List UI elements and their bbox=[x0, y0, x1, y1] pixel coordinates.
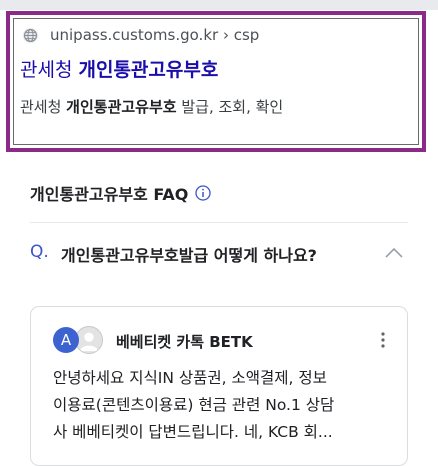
result-url: unipass.customs.go.kr › csp bbox=[50, 26, 260, 44]
faq-divider bbox=[30, 222, 408, 223]
answer-card[interactable]: A 베베티켓 카톡 BETK 안녕하세요 지식IN 상품권, 소액결제, 정보 … bbox=[30, 306, 408, 466]
question-text: 개인통관고유부호발급 어떻게 하나요? bbox=[61, 246, 317, 265]
answer-line: 이용료(콘텐츠이용료) 현금 관련 No.1 상담 bbox=[53, 396, 335, 414]
top-strip bbox=[0, 0, 438, 10]
result-desc-prefix: 관세청 bbox=[20, 98, 67, 116]
result-title-link[interactable]: 관세청 개인통관고유부호 bbox=[20, 55, 218, 82]
answer-body: 안녕하세요 지식IN 상품권, 소액결제, 정보 이용료(콘텐츠이용료) 현금 … bbox=[53, 365, 389, 446]
result-desc-bold: 개인통관고유부호 bbox=[66, 98, 177, 116]
result-description: 관세청 개인통관고유부호 발급, 조회, 확인 bbox=[20, 96, 283, 117]
user-avatar-icon bbox=[75, 326, 103, 354]
globe-icon bbox=[22, 27, 39, 43]
answer-author[interactable]: 베베티켓 카톡 BETK bbox=[116, 331, 253, 352]
result-desc-suffix: 발급, 조회, 확인 bbox=[176, 98, 284, 116]
faq-title: 개인통관고유부호 FAQ bbox=[30, 185, 189, 204]
answer-line: 사 베베티켓이 답변드립니다. 네, KCB 회... bbox=[53, 423, 333, 441]
faq-header: 개인통관고유부호 FAQ bbox=[30, 181, 212, 205]
question-mark-label: Q. bbox=[30, 242, 49, 262]
answer-avatar: A bbox=[53, 327, 79, 353]
more-options-icon[interactable] bbox=[381, 331, 385, 349]
result-url-row[interactable]: unipass.customs.go.kr › csp bbox=[22, 26, 259, 44]
answer-line: 안녕하세요 지식IN 상품권, 소액결제, 정보 bbox=[53, 369, 327, 387]
result-title-prefix: 관세청 bbox=[20, 59, 79, 81]
info-icon[interactable] bbox=[195, 185, 212, 201]
result-title-bold: 개인통관고유부호 bbox=[78, 59, 219, 81]
chevron-up-icon[interactable] bbox=[384, 247, 404, 259]
